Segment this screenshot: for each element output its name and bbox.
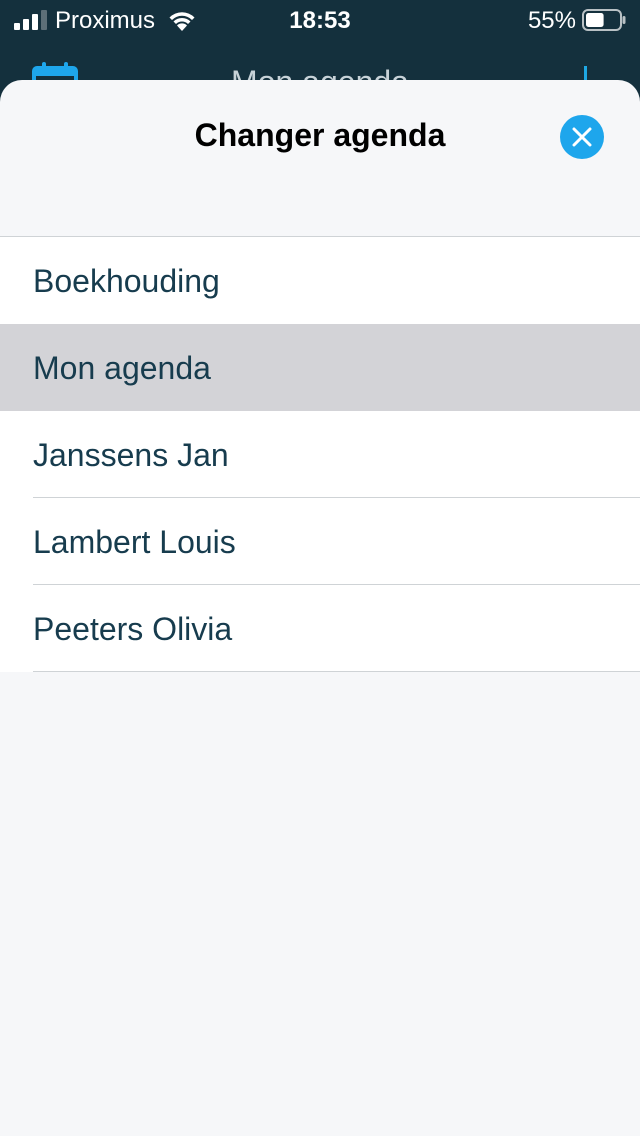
agenda-item-label: Boekhouding [33,263,220,299]
close-button[interactable] [560,115,604,159]
agenda-item[interactable]: Mon agenda [0,324,640,411]
agenda-item-label: Mon agenda [33,350,211,386]
row-divider [33,671,640,672]
status-bar: Proximus 18:53 55% [0,0,640,40]
agenda-item-label: Lambert Louis [33,524,236,560]
agenda-item[interactable]: Peeters Olivia [0,585,640,672]
agenda-item[interactable]: Boekhouding [0,237,640,324]
sheet-title: Changer agenda [194,117,446,153]
agenda-list: Boekhouding Mon agenda Janssens Jan Lamb… [0,236,640,672]
agenda-item-label: Peeters Olivia [33,611,233,647]
agenda-item[interactable]: Janssens Jan [0,411,640,498]
change-agenda-sheet: Changer agenda Boekhouding Mon agenda Ja… [0,80,640,1136]
battery-icon [582,9,626,31]
app-screen: Proximus 18:53 55% Mon agenda Changer ag… [0,0,640,1136]
agenda-item-label: Janssens Jan [33,437,229,473]
close-icon [572,127,592,147]
battery-percentage: 55% [527,7,576,34]
agenda-item[interactable]: Lambert Louis [0,498,640,585]
